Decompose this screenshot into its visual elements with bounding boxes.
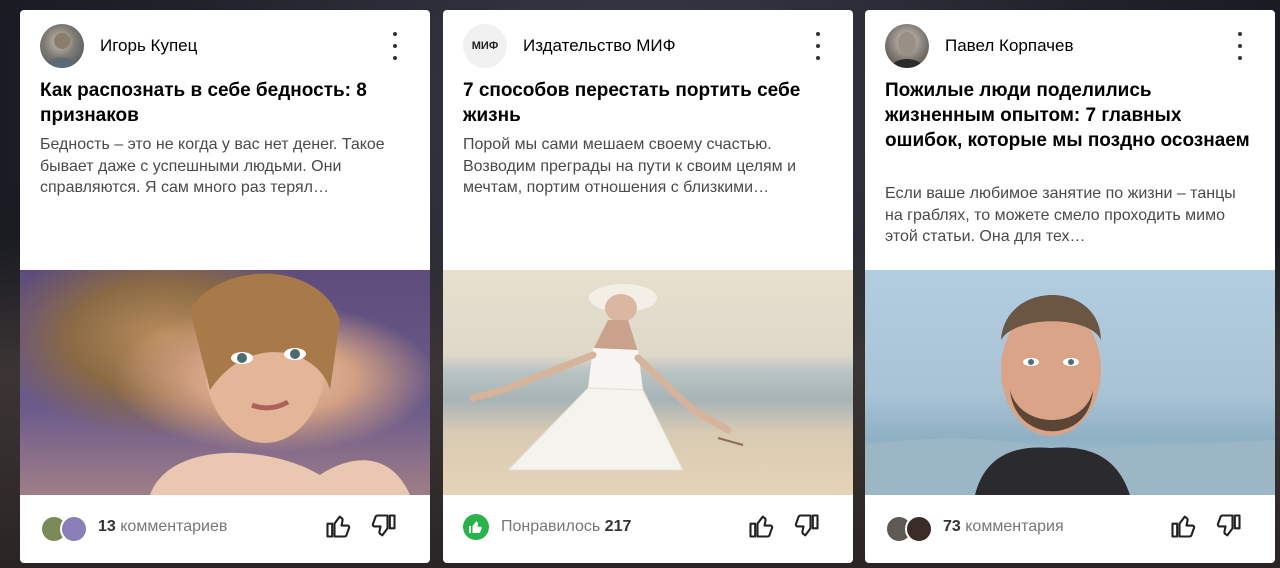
card-header: Павел Корпачев	[885, 24, 1255, 68]
thumbs-up-icon[interactable]	[324, 512, 352, 540]
liked-badge-icon	[463, 514, 489, 540]
person-avatar-icon	[891, 32, 923, 68]
article-card[interactable]: Игорь Купец Как распознать в себе беднос…	[20, 10, 430, 563]
article-snippet: Если ваше любимое занятие по жизни – тан…	[885, 185, 1236, 245]
thumbs-up-icon[interactable]	[747, 512, 775, 540]
author-name[interactable]: Павел Корпачев	[945, 36, 1074, 56]
thumbs-up-icon[interactable]	[1169, 512, 1197, 540]
beach-illustration	[469, 284, 744, 471]
card-footer: Понравилось 217	[463, 510, 833, 544]
portrait-illustration	[150, 273, 410, 495]
card-header: МИФ Издательство МИФ	[463, 24, 833, 68]
man-portrait-image[interactable]	[865, 270, 1275, 495]
article-card[interactable]: Павел Корпачев Пожилые люди поделились ж…	[865, 10, 1275, 563]
author-avatar[interactable]	[885, 24, 929, 68]
author-avatar[interactable]	[40, 24, 84, 68]
woman-portrait-image[interactable]	[20, 270, 430, 495]
card-footer: 13 комментариев	[40, 510, 410, 544]
likes-count[interactable]: Понравилось 217	[501, 518, 631, 536]
article-title[interactable]: Пожилые люди поделились жизненным опытом…	[885, 78, 1251, 153]
commenter-avatar	[905, 515, 933, 543]
article-title[interactable]: 7 способов перестать портить себе жизнь	[463, 78, 829, 128]
woman-on-beach-image[interactable]	[443, 270, 853, 495]
author-avatar[interactable]: МИФ	[463, 24, 507, 68]
article-snippet: Бедность – это не когда у вас нет денег.…	[40, 136, 385, 196]
card-footer: 73 комментария	[885, 510, 1255, 544]
publisher-logo: МИФ	[471, 40, 499, 52]
thumbs-down-icon[interactable]	[793, 512, 821, 540]
person-avatar-icon	[46, 33, 78, 68]
article-title[interactable]: Как распознать в себе бедность: 8 призна…	[40, 78, 406, 128]
author-name[interactable]: Игорь Купец	[100, 36, 197, 56]
author-name[interactable]: Издательство МИФ	[523, 36, 676, 56]
more-menu-icon[interactable]	[386, 32, 404, 60]
article-card[interactable]: МИФ Издательство МИФ 7 способов перестат…	[443, 10, 853, 563]
more-menu-icon[interactable]	[1231, 32, 1249, 60]
card-header: Игорь Купец	[40, 24, 410, 68]
comments-count[interactable]: 73 комментария	[943, 518, 1064, 536]
thumbs-down-icon[interactable]	[1215, 512, 1243, 540]
portrait-illustration	[865, 295, 1275, 495]
comments-count[interactable]: 13 комментариев	[98, 518, 227, 536]
more-menu-icon[interactable]	[809, 32, 827, 60]
commenter-avatar	[60, 515, 88, 543]
thumbs-down-icon[interactable]	[370, 512, 398, 540]
article-snippet: Порой мы сами мешаем своему счастью. Воз…	[463, 136, 797, 196]
